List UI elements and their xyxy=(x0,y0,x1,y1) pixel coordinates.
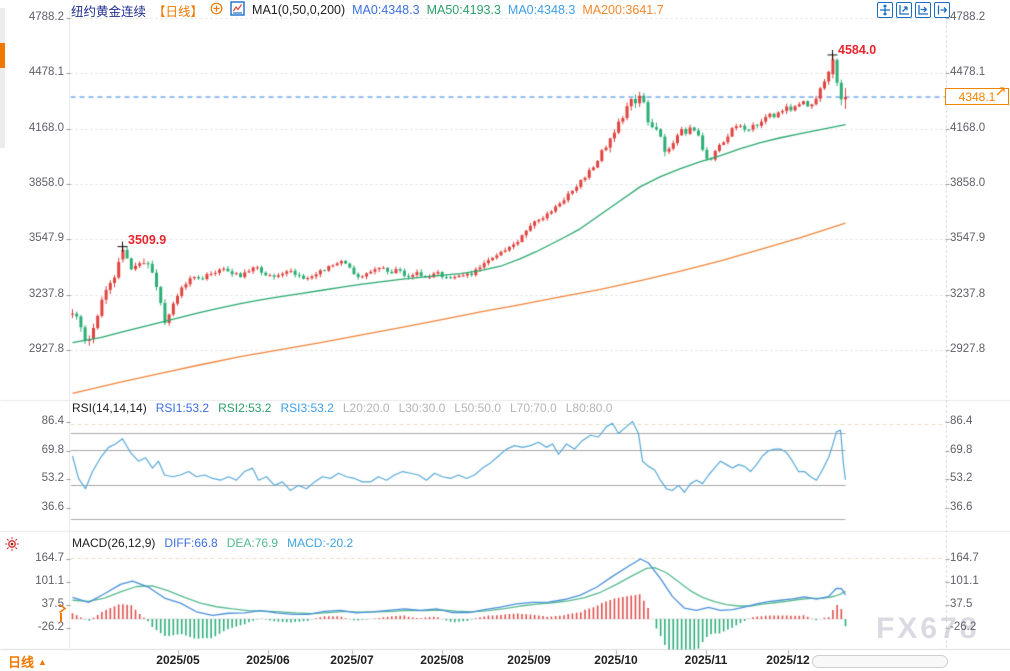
diff-value: DIFF:66.8 xyxy=(164,536,218,550)
price-arrow-icon xyxy=(995,84,1007,102)
rsi1-value: RSI1:53.2 xyxy=(155,401,210,415)
ma0b-value: MA0:4348.3 xyxy=(507,3,576,17)
footer-period-label: 日线 xyxy=(8,655,35,670)
price-axis-label-left: 4168.0 xyxy=(28,121,64,134)
rsi-header: RSI(14,14,14) RSI1:53.2 RSI2:53.2 RSI3:5… xyxy=(72,401,612,415)
macd-axis-label-right: -26.2 xyxy=(950,621,977,633)
rsi3-value: RSI3:53.2 xyxy=(280,401,334,415)
price-axis-label-right: 2927.8 xyxy=(950,343,986,355)
price-axis-label-right: 3858.0 xyxy=(950,177,986,189)
price-axis-label-left: 4478.1 xyxy=(28,66,64,79)
month-label: 2025/11 xyxy=(684,653,728,667)
rsi-level-70: L70:70.0 xyxy=(510,401,557,415)
price-axis-label-left: 2927.8 xyxy=(28,343,64,355)
price-axis-label-right: 4478.1 xyxy=(950,66,986,79)
add-indicator-icon[interactable] xyxy=(210,2,223,18)
left-scrollbar-thumb[interactable] xyxy=(0,43,5,68)
price-axis-label-left: 4788.2 xyxy=(28,11,64,23)
rsi-axis-label-left: 53.2 xyxy=(41,472,64,485)
last-price-value: 4348.1 xyxy=(958,89,996,104)
rsi-axis-label-left: 36.6 xyxy=(41,501,64,513)
macd-axis-label-left: 101.1 xyxy=(35,574,64,587)
ma50-value: MA50:4193.3 xyxy=(426,3,501,17)
orange-tick-marker xyxy=(60,613,62,622)
rsi-axis-label-right: 36.6 xyxy=(950,501,973,513)
ma-indicator-label: MA1(0,50,0,200) xyxy=(252,3,346,17)
price-axis-label-left: 3237.8 xyxy=(28,287,64,300)
rsi-axis-label-left: 86.4 xyxy=(41,415,64,427)
macd-axis-label-left: 37.5 xyxy=(41,597,64,610)
ma200-value: MA200:3641.7 xyxy=(582,3,664,17)
footer-period-selector[interactable]: 日线 ▲ xyxy=(8,652,47,671)
month-label: 2025/05 xyxy=(156,653,200,667)
month-label: 2025/06 xyxy=(246,653,290,667)
month-label: 2025/09 xyxy=(507,653,551,667)
rsi-level-50: L50:50.0 xyxy=(454,401,501,415)
dea-value: DEA:76.9 xyxy=(226,536,279,550)
footer-period-arrow-icon: ▲ xyxy=(38,656,47,667)
theme-sun-icon[interactable] xyxy=(4,536,20,552)
rsi-axis-label-right: 69.8 xyxy=(950,443,973,456)
left-scrollbar[interactable] xyxy=(0,8,5,148)
rsi-level-30: L30:30.0 xyxy=(398,401,446,415)
rsi2-value: RSI2:53.2 xyxy=(218,401,272,415)
macd-axis-label-right: 101.1 xyxy=(950,574,979,587)
pan-right-icon[interactable] xyxy=(934,2,950,18)
rsi-axis-label-left: 69.8 xyxy=(41,443,64,456)
price-axis-label-right: 4168.0 xyxy=(950,121,986,134)
chart-toolbar xyxy=(877,2,950,18)
macd-axis-label-left: -26.2 xyxy=(37,621,64,633)
pan-crosshair-icon[interactable] xyxy=(877,2,893,18)
ma0-value: MA0:4348.3 xyxy=(352,3,420,17)
macd-axis-label-right: 164.7 xyxy=(950,552,979,564)
marker-label-high: 4584.0 xyxy=(838,43,877,58)
axis-zoom-horizontal-icon[interactable] xyxy=(915,2,931,18)
rsi-level-80: L80:80.0 xyxy=(565,401,613,415)
macd-header: MACD(26,12,9) DIFF:66.8 DEA:76.9 MACD:-2… xyxy=(72,536,353,550)
period-tag: 【日线】 xyxy=(153,4,204,19)
price-axis-label-right: 4788.2 xyxy=(950,11,986,23)
time-scrollbar[interactable] xyxy=(812,655,948,668)
month-label: 2025/10 xyxy=(594,653,638,667)
macd-axis-label-left: 164.7 xyxy=(35,552,64,564)
chart-canvas[interactable] xyxy=(0,0,1010,671)
macd-axis-label-right: 37.5 xyxy=(950,597,973,610)
month-label: 2025/08 xyxy=(420,653,464,667)
macd-name: MACD(26,12,9) xyxy=(72,536,156,550)
rsi-axis-label-right: 53.2 xyxy=(950,472,973,485)
month-label: 2025/12 xyxy=(766,653,810,667)
rsi-name: RSI(14,14,14) xyxy=(72,401,147,415)
axis-zoom-vertical-icon[interactable] xyxy=(896,2,912,18)
price-axis-label-left: 3858.0 xyxy=(28,177,64,189)
rsi-axis-label-right: 86.4 xyxy=(950,415,973,427)
candlestick-chart-icon[interactable] xyxy=(230,1,245,19)
chart-header: 纽约黄金连续 【日线】 MA1(0,50,0,200) MA0:4348.3 M… xyxy=(71,1,664,19)
price-axis-label-right: 3237.8 xyxy=(950,287,986,300)
marker-label-april-peak: 3509.9 xyxy=(128,233,167,248)
macd-value: MACD:-20.2 xyxy=(287,536,354,550)
rsi-level-20: L20:20.0 xyxy=(342,401,390,415)
price-axis-label-right: 3547.9 xyxy=(950,232,986,245)
chart-app: FX678 纽约黄金连续 【日线】 MA1(0,50,0,200) MA0:43… xyxy=(0,0,1010,671)
price-axis-label-left: 3547.9 xyxy=(28,232,64,245)
month-label: 2025/07 xyxy=(330,653,374,667)
instrument-title: 纽约黄金连续 xyxy=(71,4,147,19)
